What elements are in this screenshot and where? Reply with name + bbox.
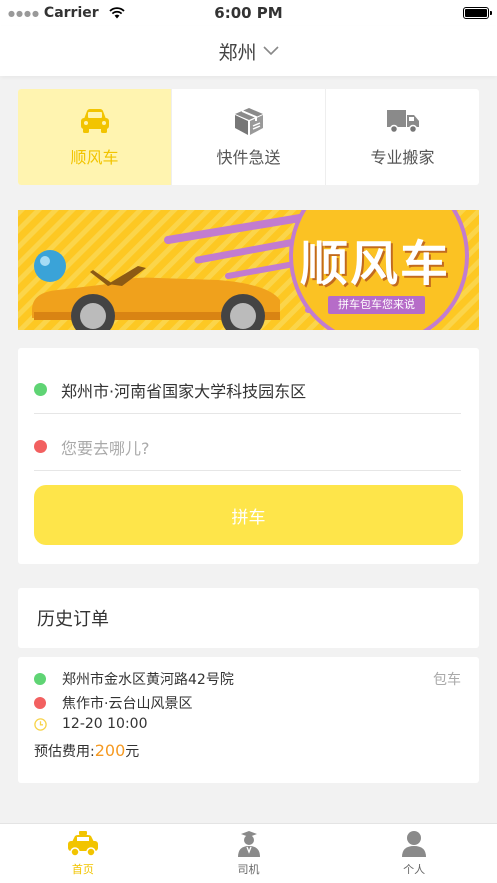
start-location: 郑州市·河南省国家大学科技园东区: [61, 381, 307, 401]
end-dot-icon: [34, 697, 46, 709]
clock-icon: [34, 717, 47, 731]
route-card: 郑州市·河南省国家大学科技园东区 您要去哪儿? 拼车: [18, 348, 479, 564]
tab-express-label: 快件急送: [216, 148, 281, 167]
taxi-icon: [67, 831, 98, 857]
person-icon: [402, 831, 427, 857]
order-to-row: 焦作市·云台山风景区: [34, 693, 192, 713]
carrier-label: Carrier: [43, 5, 99, 21]
bottom-tab-bar: 首页 司机 个人: [0, 823, 497, 883]
package-icon: [234, 108, 263, 135]
status-bar: ●●●● Carrier 6:00 PM: [0, 0, 497, 26]
driver-icon: [237, 831, 260, 857]
history-title: 历史订单: [18, 588, 479, 648]
order-card[interactable]: 郑州市金水区黄河路42号院 包车 焦作市·云台山风景区 12-20 10:00 …: [18, 657, 479, 783]
service-tabs: 顺风车 快件急送 专业搬家: [18, 89, 479, 185]
end-dot-icon: [34, 440, 47, 453]
banner-subtitle: 拼车包车您来说: [328, 296, 425, 314]
tab-carpool-label: 顺风车: [70, 148, 119, 167]
tab-express[interactable]: 快件急送: [172, 89, 326, 185]
destination-field[interactable]: 您要去哪儿?: [34, 423, 461, 471]
order-type-badge: 包车: [433, 672, 461, 688]
tab-moving[interactable]: 专业搬家: [326, 89, 479, 185]
truck-icon: [386, 110, 419, 134]
start-dot-icon: [34, 383, 47, 396]
order-from: 郑州市金水区黄河路42号院: [62, 672, 234, 688]
tab-carpool[interactable]: 顺风车: [18, 89, 172, 185]
order-fee: 预估费用:200元: [34, 741, 139, 761]
tabbar-profile-label: 个人: [403, 863, 426, 876]
chevron-down-icon: [262, 46, 279, 56]
nav-bar: 郑州: [0, 26, 497, 76]
tabbar-profile[interactable]: 个人: [331, 824, 497, 883]
fee-label: 预估费用:: [34, 744, 95, 760]
tabbar-driver[interactable]: 司机: [166, 824, 332, 883]
tabbar-home[interactable]: 首页: [0, 824, 166, 883]
city-selector[interactable]: 郑州: [218, 38, 279, 65]
banner-title: 顺风车: [300, 236, 451, 292]
city-label: 郑州: [218, 41, 257, 64]
wifi-icon: [109, 7, 125, 19]
tabbar-driver-label: 司机: [237, 863, 260, 876]
destination-placeholder: 您要去哪儿?: [61, 438, 150, 458]
order-time: 12-20 10:00: [62, 716, 148, 732]
carpool-button[interactable]: 拼车: [34, 485, 463, 545]
start-location-row[interactable]: 郑州市·河南省国家大学科技园东区: [34, 366, 461, 414]
start-dot-icon: [34, 673, 46, 685]
battery-icon: [463, 7, 492, 19]
signal-icon: ●●●●: [8, 8, 40, 18]
fee-unit: 元: [125, 744, 140, 760]
car-icon: [80, 109, 109, 133]
promo-banner[interactable]: 顺风车 拼车包车您来说: [18, 210, 479, 330]
order-to: 焦作市·云台山风景区: [62, 696, 193, 712]
tabbar-home-label: 首页: [71, 863, 94, 876]
order-from-row: 郑州市金水区黄河路42号院: [34, 669, 234, 689]
tab-moving-label: 专业搬家: [370, 148, 435, 167]
order-time-row: 12-20 10:00: [34, 716, 147, 732]
history-title-text: 历史订单: [37, 609, 109, 630]
fee-amount: 200: [94, 741, 126, 760]
